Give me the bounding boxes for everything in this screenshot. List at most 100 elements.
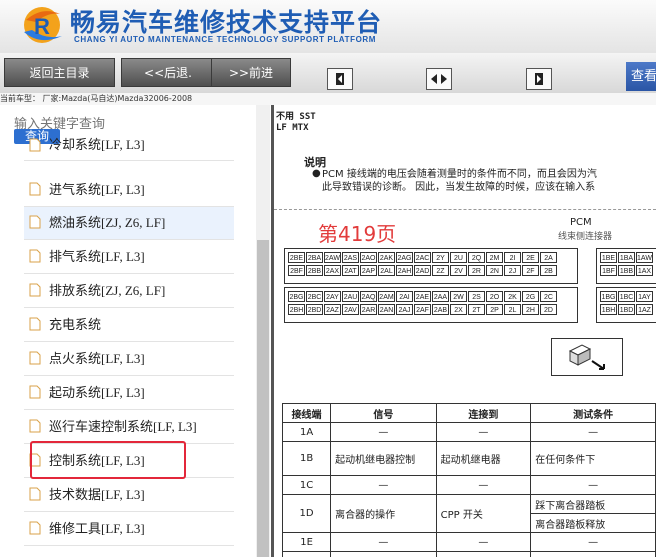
connector-pin: 1AX bbox=[636, 265, 653, 276]
tree-item-exhaust[interactable]: 排气系统[LF, L3] bbox=[24, 241, 234, 274]
connector-pin: 2P bbox=[486, 304, 503, 315]
column-header: 接线端 bbox=[281, 403, 332, 423]
table-header-row: 接线端 信号 连接到 测试条件 bbox=[281, 403, 656, 423]
connector-pin: 2AT bbox=[342, 265, 359, 276]
current-vehicle: 当前车型： 厂家:Mazda(马自达)Mazda32006-2008 bbox=[0, 93, 656, 105]
connector-pin: 2AF bbox=[414, 304, 431, 315]
tree-item-starting[interactable]: 起动系统[LF, L3] bbox=[24, 377, 234, 410]
connector-pin: 1BG bbox=[600, 291, 617, 302]
app-header: R 畅易汽车维修技术支持平台 CHANG YI AUTO MAINTENANCE… bbox=[0, 0, 656, 53]
connector-pin: 2U bbox=[450, 252, 467, 263]
view-button[interactable]: 查看 bbox=[626, 62, 656, 91]
document-icon bbox=[29, 249, 41, 263]
pin-row: 1BG 1BC 1AY bbox=[600, 291, 654, 302]
tree-item-intake[interactable]: 进气系统[LF, L3] bbox=[24, 174, 234, 207]
tree-item-ignition[interactable]: 点火系统[LF, L3] bbox=[24, 343, 234, 376]
connector-pin: 1AZ bbox=[636, 304, 653, 315]
connector-pin: 2AA bbox=[432, 291, 449, 302]
connector-block-bottom-left: 2BG 2BC 2AY 2AU 2AQ 2AM 2AI 2AE 2AA 2W 2S 2O 2K 2G 2C … bbox=[284, 287, 578, 323]
connector-pin: 2O bbox=[486, 291, 503, 302]
tree-item-charging[interactable]: 充电系统 bbox=[24, 309, 234, 342]
connector-block-top-right: 1BE 1BA 1AW 1BF 1BB 1AX bbox=[596, 248, 656, 284]
back-button[interactable]: <<后退. bbox=[121, 58, 215, 87]
connector-pin: 2G bbox=[522, 291, 539, 302]
connector-pin: 2V bbox=[450, 265, 467, 276]
connector-pin: 2AS bbox=[342, 252, 359, 263]
pin-row: 2BG 2BC 2AY 2AU 2AQ 2AM 2AI 2AE 2AA 2W 2S 2O 2K 2G 2C bbox=[288, 291, 558, 302]
connector-pin: 2S bbox=[468, 291, 485, 302]
tree-item-tech-data[interactable]: 技术数据[LF, L3] bbox=[24, 479, 234, 512]
connector-pin: 2AN bbox=[378, 304, 395, 315]
document-icon bbox=[29, 215, 41, 229]
connector-pin: 2Y bbox=[432, 252, 449, 263]
table-row: 1C — — — bbox=[281, 475, 656, 495]
probe-illustration bbox=[551, 338, 623, 376]
connector-pin: 2F bbox=[522, 265, 539, 276]
connector-pin: 2M bbox=[486, 252, 503, 263]
connector-pin: 2Q bbox=[468, 252, 485, 263]
connector-pin: 2T bbox=[468, 304, 485, 315]
sst-note: 不用 SST LF MTX bbox=[276, 112, 316, 133]
connector-pin: 2AW bbox=[324, 252, 341, 263]
document-icon bbox=[29, 283, 41, 297]
default-view-icon[interactable] bbox=[426, 68, 452, 90]
connector-pin: 1BD bbox=[618, 304, 635, 315]
sidebar-scroll-thumb[interactable] bbox=[257, 240, 269, 557]
connector-pin: 1BC bbox=[618, 291, 635, 302]
connector-pin: 2AE bbox=[414, 291, 431, 302]
svg-text:R: R bbox=[34, 14, 50, 39]
column-header: 信号 bbox=[330, 403, 437, 423]
document-icon bbox=[29, 385, 41, 399]
connector-pin: 2AV bbox=[342, 304, 359, 315]
connector-pin: 2N bbox=[486, 265, 503, 276]
connector-pin: 2AI bbox=[396, 291, 413, 302]
tree-item-service-tools[interactable]: 维修工具[LF, L3] bbox=[24, 513, 234, 546]
connector-pin: 2BA bbox=[306, 252, 323, 263]
connector-pin: 2AR bbox=[360, 304, 377, 315]
document-icon bbox=[29, 138, 41, 152]
connector-pin: 2Z bbox=[432, 265, 449, 276]
home-button[interactable]: 返回主目录 bbox=[4, 58, 115, 87]
document-icon bbox=[29, 351, 41, 365]
probe-icon bbox=[568, 344, 605, 370]
connector-pin: 2E bbox=[522, 252, 539, 263]
tree-item-emission[interactable]: 排放系统[ZJ, Z6, LF] bbox=[24, 275, 234, 308]
connector-pin: 1BE bbox=[600, 252, 617, 263]
connector-pin: 2AY bbox=[324, 291, 341, 302]
connector-pin: 2AJ bbox=[396, 304, 413, 315]
connector-pin: 1BF bbox=[600, 265, 617, 276]
document-icon bbox=[29, 419, 41, 433]
connector-pin: 2R bbox=[468, 265, 485, 276]
connector-pin: 2H bbox=[522, 304, 539, 315]
tree-item-fuel[interactable]: 燃油系统[ZJ, Z6, LF] bbox=[24, 207, 234, 240]
connector-pin: 2AM bbox=[378, 291, 395, 302]
tree-item-cruise-control[interactable]: 巡行车速控制系统[LF, L3] bbox=[24, 411, 234, 444]
connector-pin: 2AU bbox=[342, 291, 359, 302]
connector-pin: 2BH bbox=[288, 304, 305, 315]
connector-pin: 2BD bbox=[306, 304, 323, 315]
connector-pin: 2AQ bbox=[360, 291, 377, 302]
connector-pin: 2AK bbox=[378, 252, 395, 263]
forward-button[interactable]: >>前进 bbox=[211, 58, 291, 87]
connector-pin: 2B bbox=[540, 265, 557, 276]
connector-pin: 2AG bbox=[396, 252, 413, 263]
connector-pin: 2BE bbox=[288, 252, 305, 263]
table-row: 1F——— bbox=[281, 551, 656, 557]
pin-row: 1BE 1BA 1AW bbox=[600, 252, 654, 263]
document-icon bbox=[29, 487, 41, 501]
connector-pin: 1AW bbox=[636, 252, 653, 263]
connector-pin: 1BB bbox=[618, 265, 635, 276]
connector-pin: 1AY bbox=[636, 291, 653, 302]
connector-pin: 2L bbox=[504, 304, 521, 315]
expand-menu-icon[interactable] bbox=[327, 68, 353, 90]
expand-content-icon[interactable] bbox=[526, 68, 552, 90]
column-header: 测试条件 bbox=[530, 403, 656, 423]
table-row: 1A — — — bbox=[281, 422, 656, 442]
connector-pin: 1BA bbox=[618, 252, 635, 263]
table-row: 1D 离合器的操作 CPP 开关 踩下离合器踏板 bbox=[281, 494, 656, 533]
tree-item-cooling[interactable]: 冷却系统[LF, L3] bbox=[24, 134, 234, 161]
manual-content: 不用 SST LF MTX 说明 ● PCM 接线端的电压会随着测量时的条件而不… bbox=[274, 105, 656, 557]
pcm-subtitle: 线束侧连接器 bbox=[558, 232, 613, 242]
column-header: 连接到 bbox=[435, 403, 532, 423]
connector-block-bottom-right: 1BG 1BC 1AY 1BH 1BD 1AZ bbox=[596, 287, 656, 323]
